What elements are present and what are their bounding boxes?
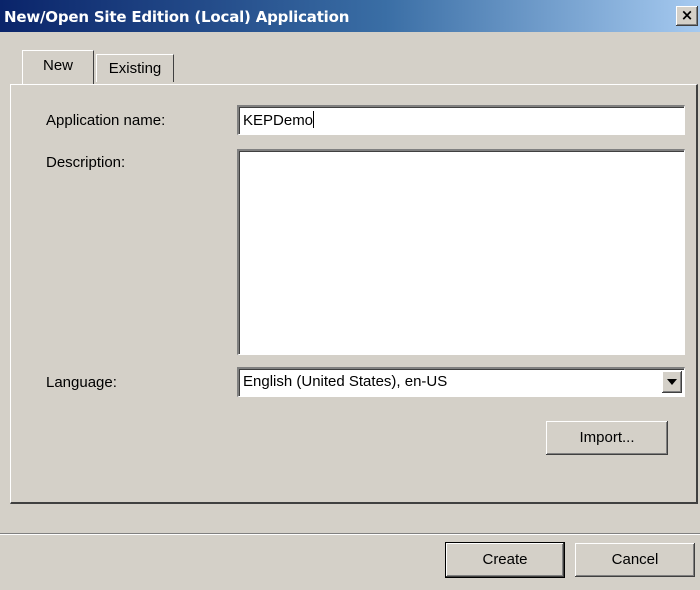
close-icon: × — [680, 6, 694, 24]
language-label: Language: — [46, 374, 117, 391]
import-button[interactable]: Import... — [546, 421, 668, 455]
create-button[interactable]: Create — [446, 543, 564, 577]
language-dropdown-button[interactable] — [662, 371, 682, 393]
tab-new[interactable]: New — [22, 50, 94, 84]
application-name-label: Application name: — [46, 112, 166, 129]
tab-panel-new: Application name: KEPDemo Description: L… — [10, 84, 698, 504]
application-name-value: KEPDemo — [243, 112, 314, 129]
tab-existing-label: Existing — [108, 60, 162, 77]
language-select[interactable]: English (United States), en-US — [237, 367, 685, 397]
tab-new-label: New — [42, 57, 73, 74]
tab-existing[interactable]: Existing — [96, 54, 174, 82]
title-bar: New/Open Site Edition (Local) Applicatio… — [0, 0, 700, 32]
separator-highlight — [0, 534, 700, 535]
application-name-input[interactable]: KEPDemo — [237, 105, 685, 135]
text-caret — [313, 111, 315, 128]
language-value: English (United States), en-US — [243, 373, 448, 390]
description-textarea[interactable] — [237, 149, 685, 355]
cancel-button[interactable]: Cancel — [575, 543, 695, 577]
window-title: New/Open Site Edition (Local) Applicatio… — [4, 8, 350, 26]
chevron-down-icon — [667, 379, 677, 385]
description-label: Description: — [46, 154, 126, 171]
close-button[interactable]: × — [676, 6, 698, 26]
